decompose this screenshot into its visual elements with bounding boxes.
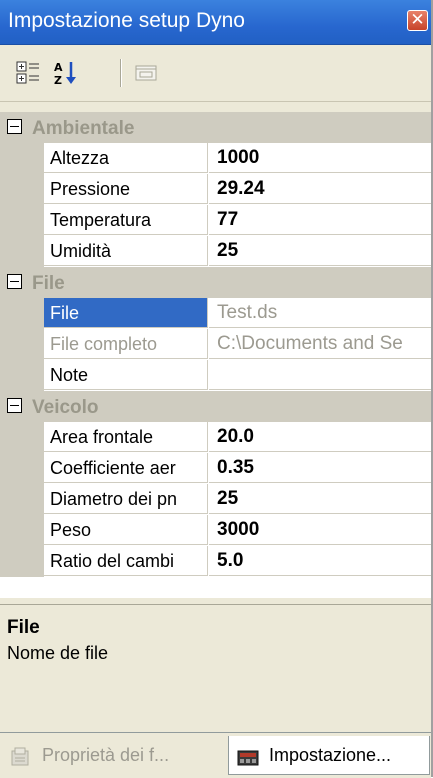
property-grid: Ambientale Altezza 1000 Pressione 29.24 … <box>0 112 431 598</box>
dyno-setup-icon <box>237 744 259 766</box>
tab-label: Impostazione... <box>269 745 392 765</box>
tab-label: Proprietà dei f... <box>42 745 170 765</box>
property-row-temperatura[interactable]: Temperatura 77 <box>0 205 431 236</box>
row-margin <box>0 329 44 360</box>
description-text: Nome de file <box>7 643 109 663</box>
property-row-diametro[interactable]: Diametro dei pn 25 <box>0 484 431 515</box>
title-bar[interactable]: Impostazione setup Dyno ✕ <box>0 0 431 45</box>
category-veicolo[interactable]: Veicolo <box>0 391 431 422</box>
property-row-file-completo[interactable]: File completo C:\Documents and Se <box>0 329 431 360</box>
property-value[interactable]: 77 <box>209 205 431 235</box>
property-name[interactable]: Temperatura <box>44 205 208 235</box>
property-value[interactable]: 3000 <box>209 515 431 545</box>
close-button[interactable]: ✕ <box>407 10 428 31</box>
property-value[interactable]: C:\Documents and Se <box>209 329 431 359</box>
property-name[interactable]: Coefficiente aer <box>44 453 208 483</box>
property-row-file[interactable]: File Test.ds <box>0 298 431 329</box>
svg-text:Z: Z <box>54 74 62 87</box>
description-panel: File Nome de file <box>0 604 431 732</box>
toolbar-separator <box>120 59 122 87</box>
property-row-area-frontale[interactable]: Area frontale 20.0 <box>0 422 431 453</box>
property-name[interactable]: Altezza <box>44 143 208 173</box>
svg-text:A: A <box>54 61 63 74</box>
property-value[interactable]: 1000 <box>209 143 431 173</box>
property-name[interactable]: Umidità <box>44 236 208 266</box>
category-ambientale[interactable]: Ambientale <box>0 112 431 143</box>
property-name[interactable]: Diametro dei pn <box>44 484 208 514</box>
categorized-icon[interactable] <box>14 59 42 87</box>
property-row-peso[interactable]: Peso 3000 <box>0 515 431 546</box>
category-label: Veicolo <box>32 397 99 418</box>
description-title: File <box>7 617 40 638</box>
row-margin <box>0 143 44 174</box>
collapse-icon[interactable] <box>7 398 22 413</box>
property-value[interactable]: 5.0 <box>209 546 431 576</box>
property-value[interactable]: 0.35 <box>209 453 431 483</box>
tab-setup[interactable]: Impostazione... <box>228 736 430 775</box>
property-pages-icon[interactable] <box>132 59 160 87</box>
row-margin <box>0 546 44 577</box>
row-margin <box>0 515 44 546</box>
property-name[interactable]: File <box>44 298 208 328</box>
row-margin <box>0 174 44 205</box>
window-title: Impostazione setup Dyno <box>8 9 245 32</box>
row-margin <box>0 360 44 391</box>
property-name[interactable]: File completo <box>44 329 208 359</box>
property-row-note[interactable]: Note <box>0 360 431 391</box>
property-value[interactable]: 25 <box>209 236 431 266</box>
row-margin <box>0 422 44 453</box>
category-label: Ambientale <box>32 118 135 139</box>
alphabetical-icon[interactable]: A Z <box>52 59 80 87</box>
property-row-pressione[interactable]: Pressione 29.24 <box>0 174 431 205</box>
row-margin <box>0 484 44 515</box>
property-value[interactable] <box>209 360 431 390</box>
collapse-icon[interactable] <box>7 274 22 289</box>
tab-file-properties[interactable]: Proprietà dei f... <box>2 736 228 774</box>
category-file[interactable]: File <box>0 267 431 298</box>
property-row-umidita[interactable]: Umidità 25 <box>0 236 431 267</box>
properties-icon <box>10 744 32 766</box>
property-value[interactable]: Test.ds <box>209 298 431 328</box>
toolbar: A Z <box>0 45 431 102</box>
property-row-altezza[interactable]: Altezza 1000 <box>0 143 431 174</box>
row-margin <box>0 205 44 236</box>
property-name[interactable]: Note <box>44 360 208 390</box>
property-value[interactable]: 20.0 <box>209 422 431 452</box>
property-row-coefficiente[interactable]: Coefficiente aer 0.35 <box>0 453 431 484</box>
property-name[interactable]: Ratio del cambi <box>44 546 208 576</box>
property-value[interactable]: 25 <box>209 484 431 514</box>
row-margin <box>0 453 44 484</box>
property-window: Impostazione setup Dyno ✕ A Z Ambientale… <box>0 0 433 778</box>
collapse-icon[interactable] <box>7 119 22 134</box>
row-margin <box>0 236 44 267</box>
property-value[interactable]: 29.24 <box>209 174 431 204</box>
tab-strip: Proprietà dei f... Impostazione... <box>0 732 431 778</box>
property-name[interactable]: Pressione <box>44 174 208 204</box>
row-margin <box>0 298 44 329</box>
property-row-ratio[interactable]: Ratio del cambi 5.0 <box>0 546 431 577</box>
property-name[interactable]: Area frontale <box>44 422 208 452</box>
property-name[interactable]: Peso <box>44 515 208 545</box>
category-label: File <box>32 273 65 294</box>
